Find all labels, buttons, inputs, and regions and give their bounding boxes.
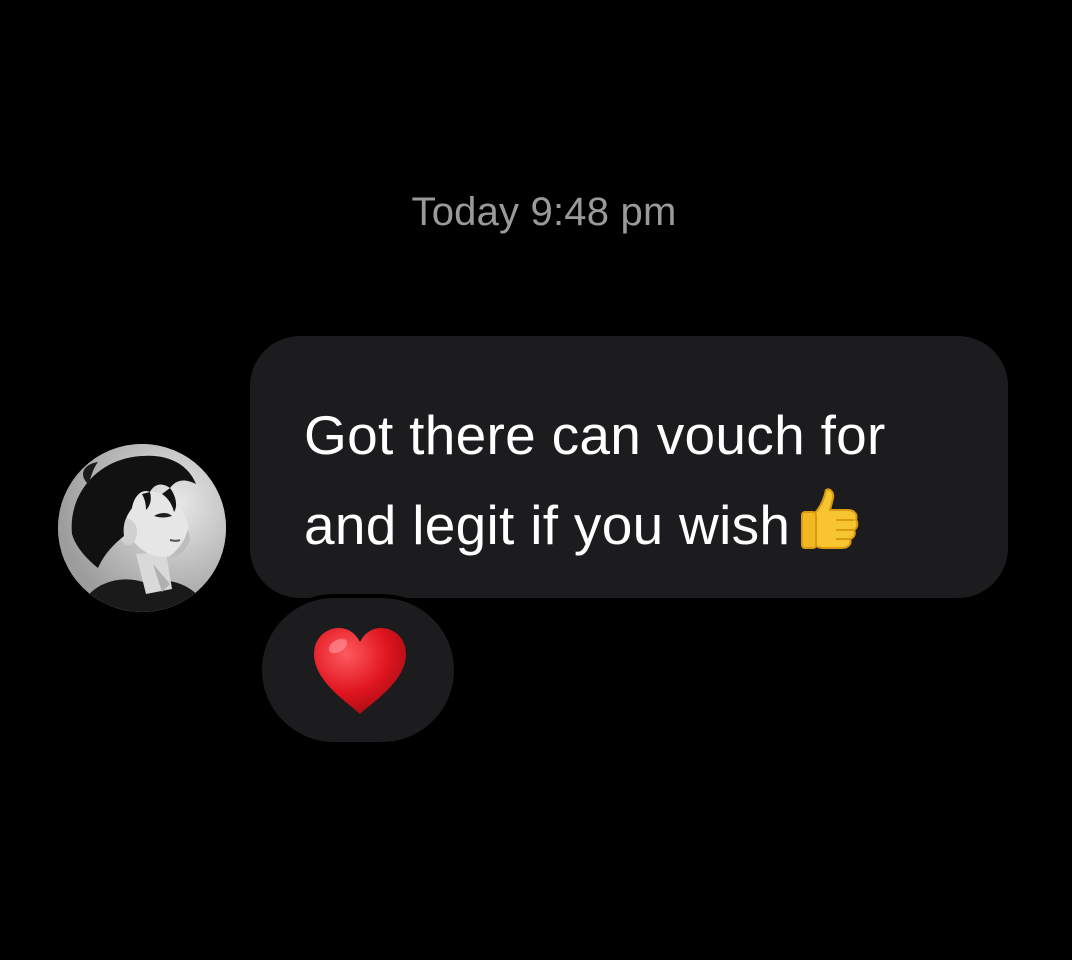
thumbs-up-icon — [801, 488, 859, 549]
message-timestamp: Today 9:48 pm — [411, 190, 677, 234]
reaction-bubble[interactable] — [258, 594, 458, 746]
avatar[interactable] — [58, 444, 226, 612]
message-bubble[interactable]: Got there can vouch for and legit if you… — [250, 336, 1008, 598]
red-heart-icon — [314, 628, 406, 714]
avatar-portrait-icon — [58, 444, 226, 612]
